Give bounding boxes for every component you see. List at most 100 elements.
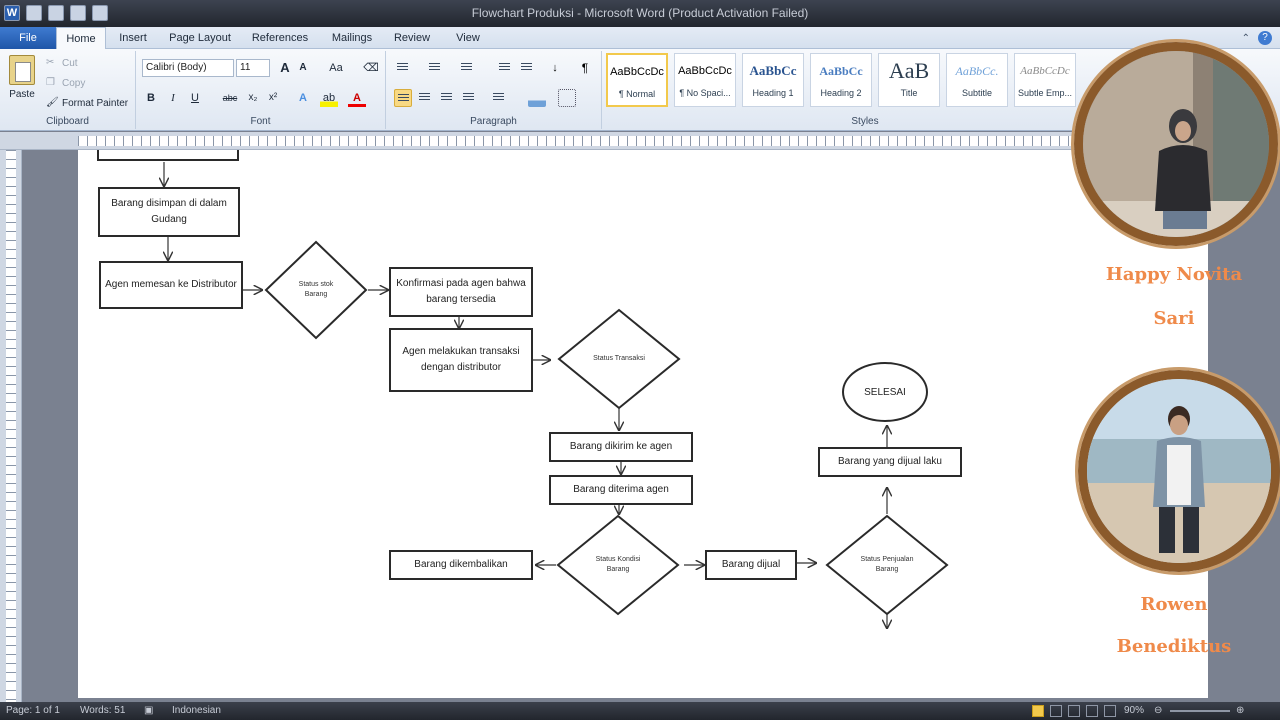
- style-sample: AaBbCcDc: [678, 65, 732, 77]
- paste-button[interactable]: Paste: [6, 55, 38, 107]
- end-terminator[interactable]: SELESAI: [842, 362, 928, 422]
- decrease-indent-icon[interactable]: [496, 59, 514, 77]
- brush-icon: 🖌: [46, 97, 59, 108]
- font-size-select[interactable]: 11: [236, 59, 270, 77]
- style-no-spacing[interactable]: AaBbCcDc ¶ No Spaci...: [674, 53, 736, 107]
- font-group: Calibri (Body) 11 A A Aa ⌫ B I U abc x₂ …: [136, 51, 386, 129]
- presenter-2-name-line2: Benediktus: [1116, 636, 1232, 657]
- format-painter-button[interactable]: 🖌 Format Painter: [46, 97, 128, 109]
- shading-icon[interactable]: [528, 89, 546, 107]
- style-heading-1[interactable]: AaBbCc Heading 1: [742, 53, 804, 107]
- decision-status-stok[interactable]: Status stok Barang: [264, 240, 368, 340]
- format-painter-label: Format Painter: [62, 97, 129, 109]
- style-normal[interactable]: AaBbCcDc ¶ Normal: [606, 53, 668, 107]
- copy-button[interactable]: ❐ Copy: [46, 77, 85, 89]
- cut-button[interactable]: ✂ Cut: [46, 57, 78, 69]
- tab-view[interactable]: View: [446, 27, 490, 49]
- copy-label: Copy: [62, 77, 86, 89]
- zoom-out-icon[interactable]: ⊖: [1154, 705, 1162, 716]
- font-family-select[interactable]: Calibri (Body): [142, 59, 234, 77]
- style-heading-2[interactable]: AaBbCc Heading 2: [810, 53, 872, 107]
- box-barang-dikembalikan[interactable]: Barang dikembalikan: [389, 550, 533, 580]
- clear-format-icon[interactable]: ⌫: [362, 59, 380, 77]
- zoom-level[interactable]: 90%: [1124, 705, 1144, 716]
- line-spacing-icon[interactable]: [490, 89, 508, 107]
- outline-view-icon[interactable]: [1086, 705, 1098, 717]
- window-title: Flowchart Produksi - Microsoft Word (Pro…: [471, 6, 809, 20]
- tab-home[interactable]: Home: [56, 27, 106, 50]
- italic-button[interactable]: I: [164, 89, 182, 107]
- print-layout-view-icon[interactable]: [1032, 705, 1044, 717]
- change-case-button[interactable]: Aa: [324, 59, 348, 77]
- style-sample: AaB: [888, 58, 930, 83]
- decision-status-kondisi[interactable]: Status Kondisi Barang: [556, 514, 680, 616]
- box-transaksi[interactable]: Agen melakukan transaksi dengan distribu…: [389, 328, 533, 392]
- subscript-button[interactable]: x₂: [244, 89, 262, 107]
- paragraph-group: ↓ ¶ Paragraph: [386, 51, 602, 129]
- copy-icon: ❐: [46, 77, 55, 88]
- box-agen-memesan[interactable]: Agen memesan ke Distributor: [99, 261, 243, 309]
- style-subtle-emphasis[interactable]: AaBbCcDc Subtle Emp...: [1014, 53, 1076, 107]
- document-page[interactable]: Barang disimpan di dalam Gudang Agen mem…: [78, 150, 1208, 698]
- presenter-1-name-line2: Sari: [1153, 308, 1195, 329]
- numbering-icon[interactable]: [426, 59, 444, 77]
- language-indicator[interactable]: Indonesian: [172, 705, 221, 716]
- grow-font-button[interactable]: A: [276, 59, 294, 77]
- tab-insert[interactable]: Insert: [112, 27, 154, 49]
- cut-label: Cut: [62, 57, 78, 69]
- bold-button[interactable]: B: [142, 89, 160, 107]
- box-barang-dikirim[interactable]: Barang dikirim ke agen: [549, 432, 693, 462]
- decision-label: Status Penjualan Barang: [860, 556, 914, 573]
- page-count[interactable]: Page: 1 of 1: [6, 705, 60, 716]
- style-name: ¶ No Spaci...: [679, 88, 731, 98]
- tab-mailings[interactable]: Mailings: [324, 27, 380, 49]
- zoom-in-icon[interactable]: ⊕: [1236, 705, 1244, 716]
- text-effects-icon[interactable]: A: [294, 89, 312, 107]
- box-konfirmasi[interactable]: Konfirmasi pada agen bahwa barang tersed…: [389, 267, 533, 317]
- align-left-icon[interactable]: [394, 89, 412, 107]
- proofing-icon[interactable]: ▣: [144, 705, 153, 716]
- clipboard-group: Paste ✂ Cut ❐ Copy 🖌 Format Painter Clipboa…: [0, 51, 136, 129]
- shrink-font-button[interactable]: A: [294, 59, 312, 77]
- style-sample: AaBbCc: [819, 64, 863, 78]
- web-layout-view-icon[interactable]: [1068, 705, 1080, 717]
- tab-review[interactable]: Review: [390, 27, 434, 49]
- justify-icon[interactable]: [460, 89, 478, 107]
- presenter-2-photo-frame: [1078, 370, 1280, 572]
- tab-page-layout[interactable]: Page Layout: [164, 27, 236, 49]
- tab-file[interactable]: File: [0, 27, 56, 49]
- show-marks-icon[interactable]: ¶: [576, 59, 594, 77]
- box-barang-disimpan[interactable]: Barang disimpan di dalam Gudang: [98, 187, 240, 237]
- style-sample: AaBbCcDc: [1020, 65, 1070, 77]
- box-barang-laku[interactable]: Barang yang dijual laku: [818, 447, 962, 477]
- tab-references[interactable]: References: [246, 27, 314, 49]
- decision-status-penjualan[interactable]: Status Penjualan Barang: [825, 514, 949, 616]
- align-center-icon[interactable]: [416, 89, 434, 107]
- zoom-slider[interactable]: [1170, 710, 1230, 712]
- style-subtitle[interactable]: AaBbCc. Subtitle: [946, 53, 1008, 107]
- vertical-ruler[interactable]: [0, 150, 22, 702]
- draft-view-icon[interactable]: [1104, 705, 1116, 717]
- increase-indent-icon[interactable]: [518, 59, 536, 77]
- align-right-icon[interactable]: [438, 89, 456, 107]
- multilevel-list-icon[interactable]: [458, 59, 476, 77]
- style-sample: AaBbCc.: [955, 64, 999, 78]
- style-name: Heading 2: [820, 88, 862, 98]
- styles-label: Styles: [851, 116, 879, 127]
- word-window: W Flowchart Produksi - Microsoft Word (P…: [0, 0, 1280, 720]
- paste-label: Paste: [9, 89, 35, 100]
- full-screen-view-icon[interactable]: [1050, 705, 1062, 717]
- underline-button[interactable]: U: [186, 89, 204, 107]
- superscript-button[interactable]: x²: [264, 89, 282, 107]
- word-count[interactable]: Words: 51: [80, 705, 125, 716]
- sort-icon[interactable]: ↓: [546, 59, 564, 77]
- bullets-icon[interactable]: [394, 59, 412, 77]
- box-barang-dijual[interactable]: Barang dijual: [705, 550, 797, 580]
- strikethrough-button[interactable]: abc: [218, 89, 242, 107]
- borders-icon[interactable]: [558, 89, 576, 107]
- style-title[interactable]: AaB Title: [878, 53, 940, 107]
- box-barang-diterima[interactable]: Barang diterima agen: [549, 475, 693, 505]
- decision-status-transaksi[interactable]: Status Transaksi: [557, 308, 681, 410]
- highlight-icon[interactable]: ab: [320, 89, 338, 107]
- font-color-icon[interactable]: A: [348, 89, 366, 107]
